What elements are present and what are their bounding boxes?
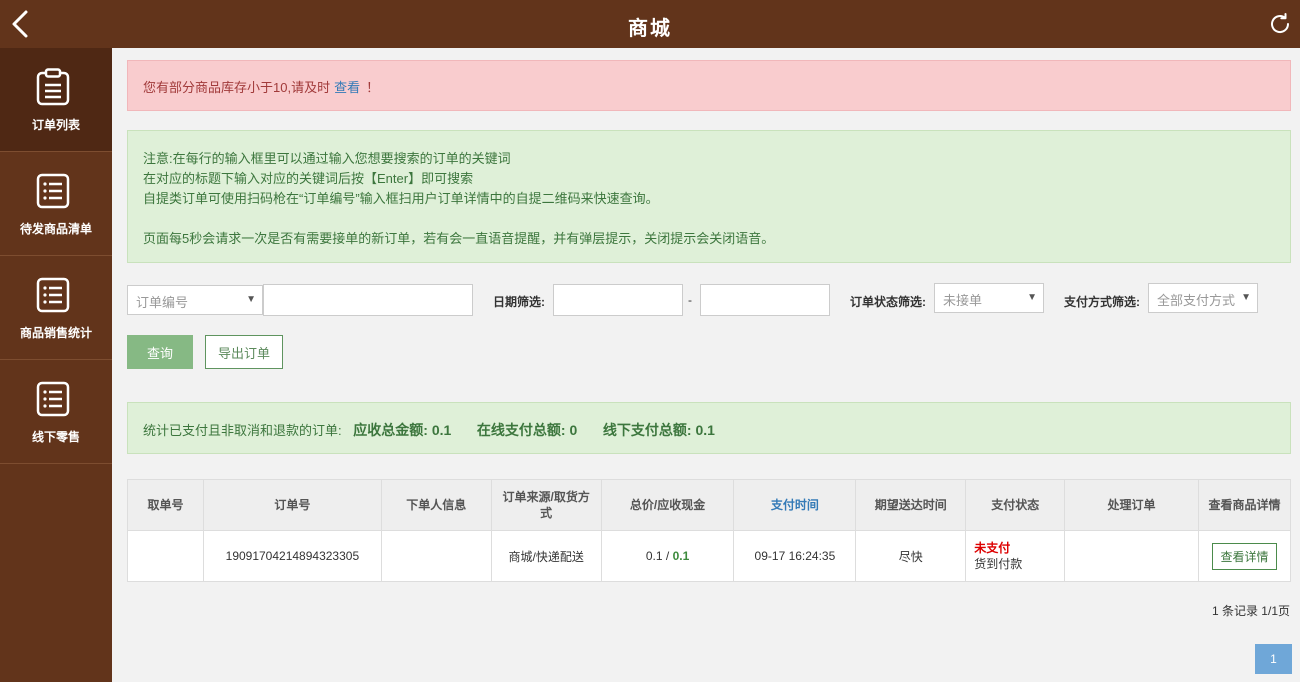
sidebar-item-label: 线下零售 <box>31 430 80 444</box>
clipboard-icon <box>35 68 71 106</box>
list-icon <box>35 276 71 314</box>
page-title: 商城 <box>628 18 672 40</box>
status-filter-select[interactable]: 未接单 ▼ <box>934 283 1044 313</box>
column-header: 期望送达时间 <box>855 479 967 531</box>
column-header: 总价/应收现金 <box>600 479 735 531</box>
notice-line: 在对应的标题下输入对应的关键词后按【Enter】即可搜索 <box>143 171 474 186</box>
top-bar: 商城 <box>0 0 1300 48</box>
cash-due: 0.1 <box>672 549 690 563</box>
process-cell <box>1064 530 1199 582</box>
order-no-cell: 19091704214894323305 <box>202 530 382 582</box>
list-icon <box>35 380 71 418</box>
view-detail-button[interactable]: 查看详情 <box>1212 542 1277 570</box>
page-button[interactable]: 1 <box>1255 644 1292 674</box>
search-input[interactable] <box>263 284 473 316</box>
detail-cell: 查看详情 <box>1197 530 1292 582</box>
table-row: 19091704214894323305 商城/快递配送 0.1 / 0.1 0… <box>127 530 1292 582</box>
search-field-value: 订单编号 <box>136 295 189 310</box>
pay-status-cell: 未支付 货到付款 <box>965 530 1066 582</box>
column-header: 订单来源/取货方式 <box>490 479 602 531</box>
date-start-input[interactable] <box>553 284 683 316</box>
column-header: 查看商品详情 <box>1197 479 1292 531</box>
status-filter-label: 订单状态筛选: <box>850 295 926 309</box>
sidebar-item-label: 订单列表 <box>31 118 80 132</box>
total-cell: 0.1 / 0.1 <box>600 530 735 582</box>
dropdown-arrow-icon: ▼ <box>1241 292 1251 303</box>
source-cell: 商城/快递配送 <box>490 530 602 582</box>
status-filter-value: 未接单 <box>943 293 983 308</box>
column-header: 支付状态 <box>965 479 1066 531</box>
sidebar-item-sales-stats[interactable]: 商品销售统计 <box>0 256 112 360</box>
sidebar-item-offline-retail[interactable]: 线下零售 <box>0 360 112 464</box>
date-end-input[interactable] <box>700 284 830 316</box>
date-separator: - <box>688 293 692 307</box>
list-icon <box>35 172 71 210</box>
query-button[interactable]: 查询 <box>127 335 193 369</box>
export-orders-button[interactable]: 导出订单 <box>205 335 283 369</box>
column-header-sortable[interactable]: 支付时间 <box>733 479 857 531</box>
stock-alert-text: 您有部分商品库存小于10,请及时 <box>143 80 331 95</box>
column-header: 下单人信息 <box>380 479 492 531</box>
notice-spacer <box>143 209 1275 229</box>
sidebar: 订单列表 待发商品清单 商品销售统计 线下零售 <box>0 48 112 682</box>
summary-prefix: 统计已支付且非取消和退款的订单: <box>143 423 342 438</box>
total-price: 0.1 <box>645 549 663 563</box>
sidebar-item-pending-goods[interactable]: 待发商品清单 <box>0 152 112 256</box>
offline-value: 0.1 <box>695 422 715 438</box>
pay-time-cell: 09-17 16:24:35 <box>733 530 857 582</box>
pay-method: 货到付款 <box>974 557 1023 571</box>
stock-alert-suffix: ！ <box>366 80 380 95</box>
online-value: 0 <box>569 422 578 438</box>
payment-summary: 统计已支付且非取消和退款的订单: 应收总金额: 0.1 在线支付总额: 0 线下… <box>127 402 1291 454</box>
pay-filter-value: 全部支付方式 <box>1157 293 1236 308</box>
pickup-no-cell <box>127 530 204 582</box>
notice-line: 自提类订单可使用扫码枪在“订单编号”输入框扫用户订单详情中的自提二维码来快速查询… <box>143 191 659 206</box>
column-header: 订单号 <box>202 479 382 531</box>
record-count: 1 条记录 1/1页 <box>1211 604 1290 618</box>
search-field-select[interactable]: 订单编号 ▼ <box>127 285 263 315</box>
online-label: 在线支付总额: <box>476 422 566 438</box>
dropdown-arrow-icon: ▼ <box>246 294 256 305</box>
column-header: 处理订单 <box>1064 479 1199 531</box>
sidebar-item-order-list[interactable]: 订单列表 <box>0 48 112 152</box>
date-filter-label: 日期筛选: <box>493 295 545 309</box>
orders-table: 取单号 订单号 下单人信息 订单来源/取货方式 总价/应收现金 支付时间 期望送… <box>127 479 1292 582</box>
pay-status: 未支付 <box>974 541 1011 555</box>
offline-label: 线下支付总额: <box>602 422 692 438</box>
pay-filter-label: 支付方式筛选: <box>1064 295 1140 309</box>
total-label: 应收总金额: <box>353 422 428 438</box>
column-header: 取单号 <box>127 479 204 531</box>
table-header-row: 取单号 订单号 下单人信息 订单来源/取货方式 总价/应收现金 支付时间 期望送… <box>127 479 1292 531</box>
notice-line: 注意:在每行的输入框里可以通过输入您想要搜索的订单的关键词 <box>143 151 511 166</box>
pay-filter-select[interactable]: 全部支付方式 ▼ <box>1148 283 1258 313</box>
sidebar-item-label: 商品销售统计 <box>19 326 92 340</box>
notice-line: 页面每5秒会请求一次是否有需要接单的新订单，若有会一直语音提醒，并有弹层提示，关… <box>143 231 775 246</box>
stock-alert: 您有部分商品库存小于10,请及时 查看 ！ <box>127 60 1291 111</box>
expected-time-cell: 尽快 <box>855 530 967 582</box>
total-value: 0.1 <box>431 422 452 438</box>
sidebar-item-label: 待发商品清单 <box>19 222 92 236</box>
view-stock-link[interactable]: 查看 <box>334 80 360 95</box>
dropdown-arrow-icon: ▼ <box>1027 292 1037 303</box>
customer-cell <box>380 530 492 582</box>
search-notice: 注意:在每行的输入框里可以通过输入您想要搜索的订单的关键词 在对应的标题下输入对… <box>127 130 1291 263</box>
refresh-icon[interactable] <box>1268 12 1292 36</box>
